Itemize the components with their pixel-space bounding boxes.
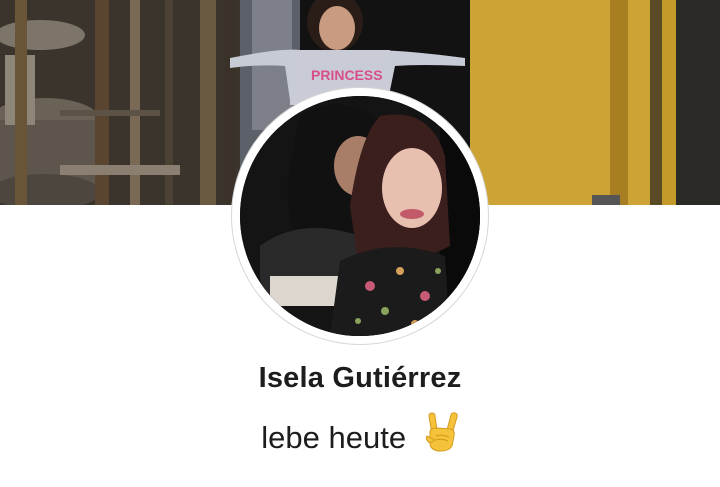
profile-page: PRINCESS Isela Gutiérrez lebe heute xyxy=(0,0,720,487)
sign-of-the-horns-icon xyxy=(423,412,459,460)
profile-bio: lebe heute xyxy=(0,412,720,460)
profile-bio-text: lebe heute xyxy=(261,420,407,456)
shirt-text: PRINCESS xyxy=(311,67,383,83)
profile-name: Isela Gutiérrez xyxy=(258,362,462,394)
profile-picture[interactable] xyxy=(240,96,480,336)
